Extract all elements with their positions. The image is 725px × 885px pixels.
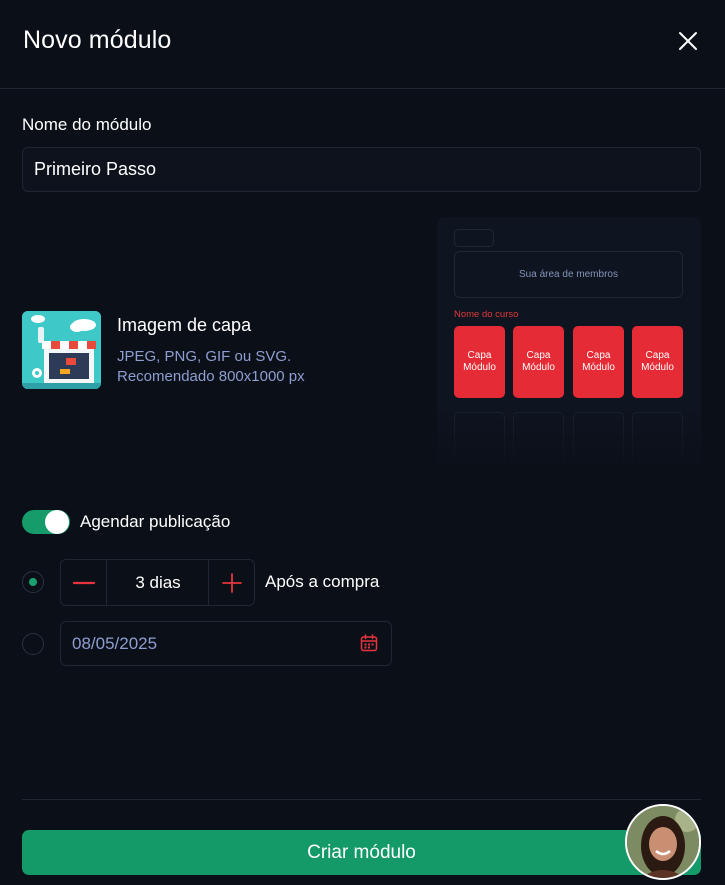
- module-name-input[interactable]: [22, 147, 701, 192]
- minus-icon: [72, 581, 95, 584]
- increment-button[interactable]: [208, 560, 254, 605]
- radio-specific-date[interactable]: [22, 633, 44, 655]
- storefront-illustration-icon: [22, 311, 101, 389]
- preview-card-line1: Capa: [526, 350, 551, 361]
- preview-card: Capa Módulo: [454, 326, 505, 398]
- preview-card: Capa Módulo: [573, 326, 624, 398]
- calendar-icon[interactable]: [360, 634, 378, 652]
- days-stepper: 3 dias: [60, 559, 255, 606]
- cover-image-upload[interactable]: [22, 311, 101, 389]
- schedule-toggle-label: Agendar publicação: [80, 512, 231, 531]
- preview-card-line2: Módulo: [582, 362, 615, 373]
- radio-after-purchase[interactable]: [22, 571, 44, 593]
- user-photo-icon: [627, 806, 699, 878]
- preview-course-name: Nome do curso: [454, 309, 519, 320]
- avatar[interactable]: [625, 804, 701, 880]
- members-area-preview: Sua área de membros Nome do curso Capa M…: [437, 217, 701, 467]
- cover-hint-formats: JPEG, PNG, GIF ou SVG.: [117, 348, 292, 365]
- footer-divider: [22, 799, 701, 800]
- decrement-button[interactable]: [61, 560, 107, 605]
- preview-banner: Sua área de membros: [454, 251, 683, 298]
- preview-card-line2: Módulo: [641, 362, 674, 373]
- preview-card-line1: Capa: [467, 350, 492, 361]
- preview-card: Capa Módulo: [632, 326, 683, 398]
- radio-selected-dot: [29, 578, 37, 586]
- create-module-button[interactable]: Criar módulo: [22, 830, 701, 875]
- preview-card-line2: Módulo: [522, 362, 555, 373]
- date-value: 08/05/2025: [72, 634, 158, 653]
- schedule-toggle[interactable]: [22, 510, 70, 534]
- preview-card-line1: Capa: [645, 350, 670, 361]
- toggle-knob: [45, 510, 69, 534]
- preview-card: Capa Módulo: [513, 326, 564, 398]
- cover-title: Imagem de capa: [117, 315, 252, 335]
- preview-tab: [454, 229, 494, 247]
- preview-card-line1: Capa: [586, 350, 611, 361]
- date-input[interactable]: 08/05/2025: [60, 621, 392, 666]
- preview-fade: [437, 407, 701, 467]
- close-icon[interactable]: [676, 29, 700, 53]
- plus-icon: [221, 572, 242, 593]
- modal-header: Novo módulo: [0, 0, 725, 89]
- cover-hint-size: Recomendado 800x1000 px: [117, 368, 305, 385]
- module-name-label: Nome do módulo: [22, 115, 152, 134]
- days-value: 3 dias: [135, 572, 181, 592]
- after-purchase-label: Após a compra: [265, 572, 380, 591]
- modal-title: Novo módulo: [23, 26, 172, 54]
- cover-hint: JPEG, PNG, GIF ou SVG. Recomendado 800x1…: [117, 347, 305, 387]
- preview-card-line2: Módulo: [463, 362, 496, 373]
